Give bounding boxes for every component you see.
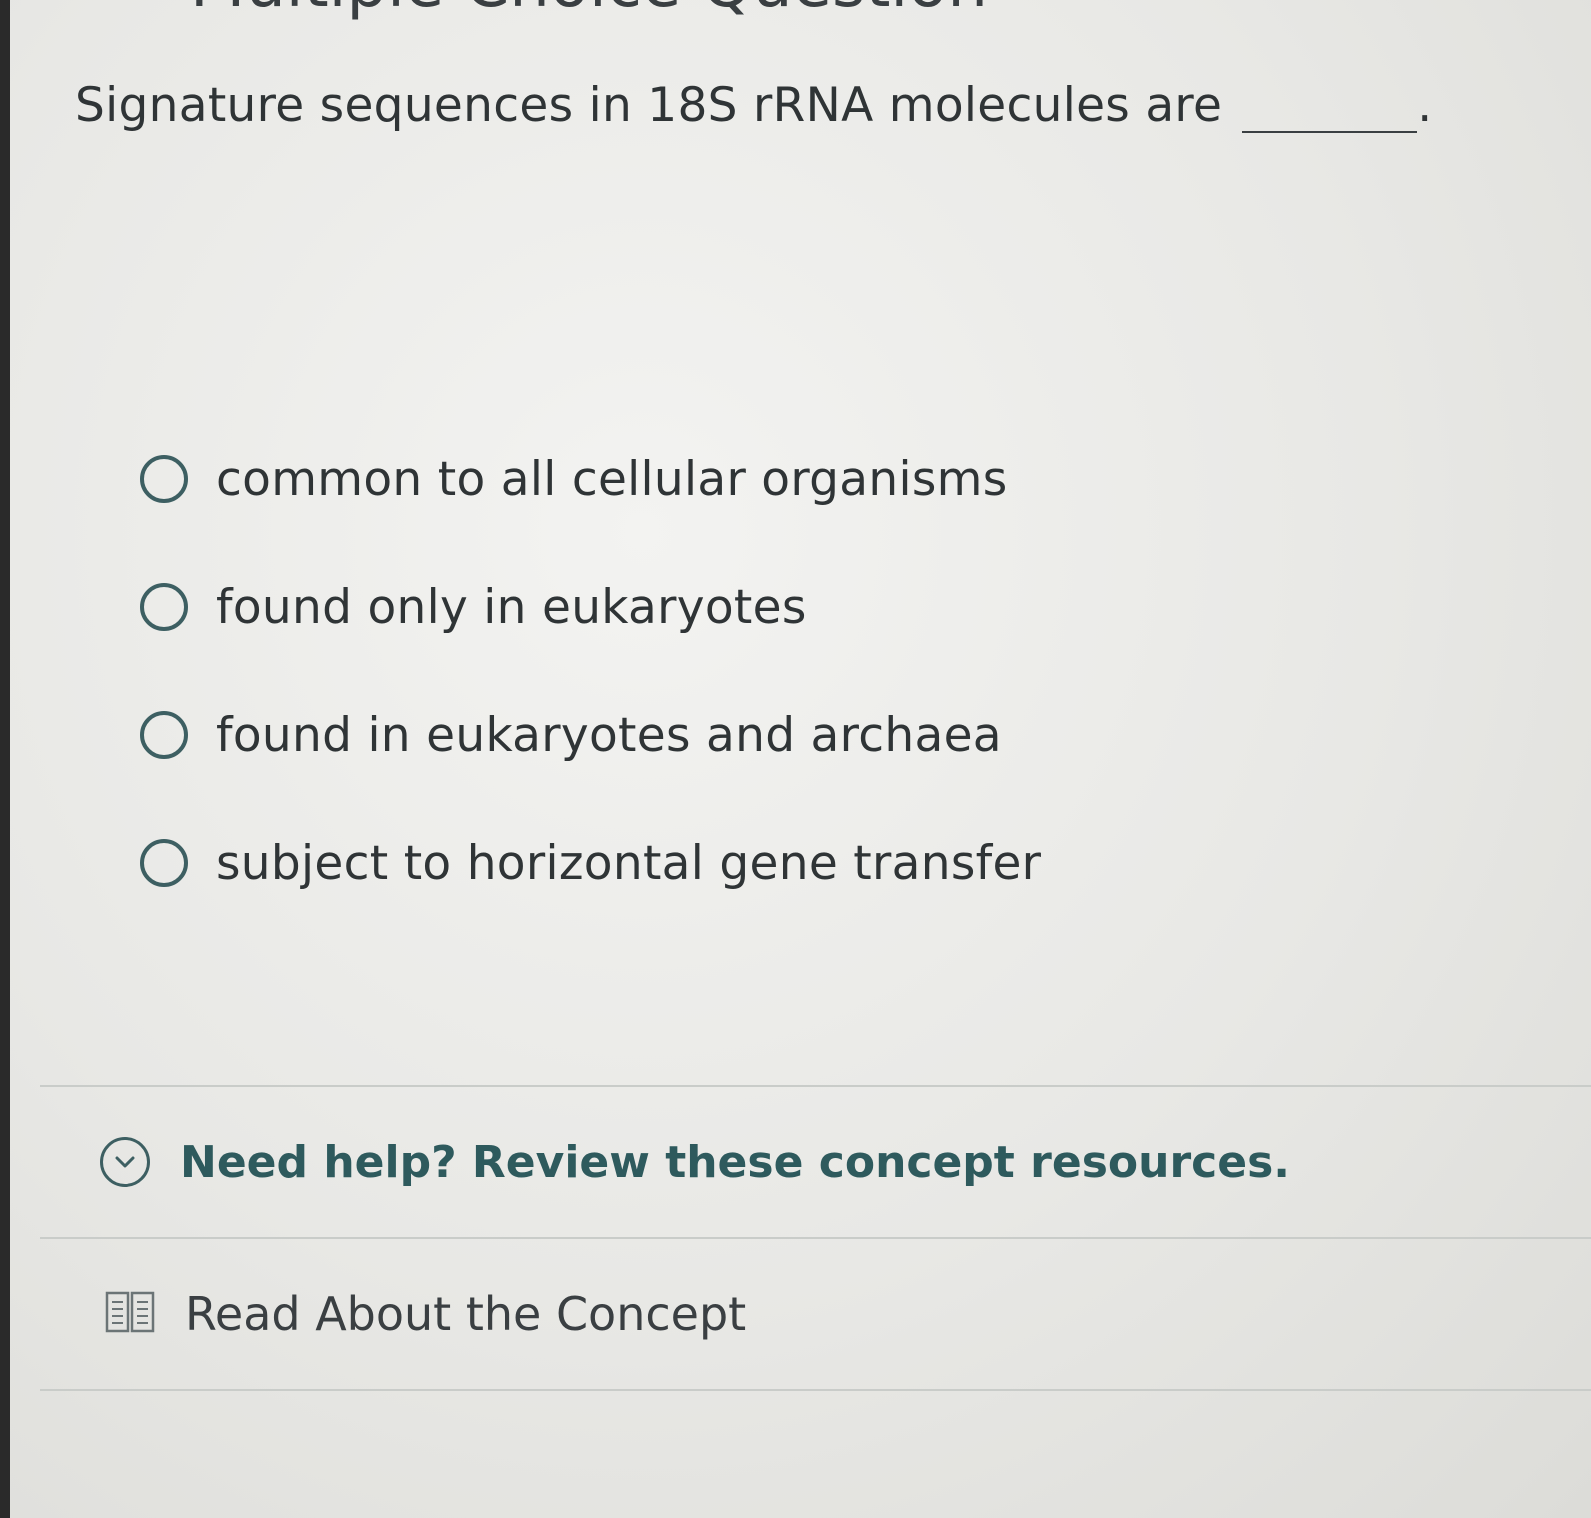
- book-icon: [105, 1290, 155, 1338]
- help-toggle-button[interactable]: Need help? Review these concept resource…: [40, 1087, 1591, 1239]
- radio-button[interactable]: [140, 455, 188, 503]
- question-text: Signature sequences in 18S rRNA molecule…: [75, 78, 1223, 133]
- answer-blank: [1242, 131, 1418, 133]
- resource-label: Read About the Concept: [185, 1287, 747, 1341]
- radio-button[interactable]: [140, 711, 188, 759]
- radio-button[interactable]: [140, 839, 188, 887]
- question-screen: Multiple Choice Question Signature seque…: [10, 0, 1591, 1518]
- bezel-edge: [0, 0, 10, 1518]
- resource-read-about-concept[interactable]: Read About the Concept: [40, 1239, 1591, 1391]
- help-panel: Need help? Review these concept resource…: [40, 1085, 1591, 1391]
- option-label: common to all cellular organisms: [216, 451, 1008, 507]
- option-common-to-all[interactable]: common to all cellular organisms: [140, 415, 1041, 543]
- option-only-eukaryotes[interactable]: found only in eukaryotes: [140, 543, 1041, 671]
- option-horizontal-gene-transfer[interactable]: subject to horizontal gene transfer: [140, 799, 1041, 927]
- help-title: Need help? Review these concept resource…: [180, 1136, 1290, 1188]
- page-heading: Multiple Choice Question: [190, 0, 1090, 22]
- question-prompt: Signature sequences in 18S rRNA molecule…: [75, 78, 1433, 133]
- option-label: found only in eukaryotes: [216, 579, 807, 635]
- option-eukaryotes-and-archaea[interactable]: found in eukaryotes and archaea: [140, 671, 1041, 799]
- option-label: found in eukaryotes and archaea: [216, 707, 1002, 763]
- answer-options: common to all cellular organisms found o…: [140, 415, 1041, 927]
- question-suffix: .: [1417, 78, 1433, 133]
- radio-button[interactable]: [140, 583, 188, 631]
- option-label: subject to horizontal gene transfer: [216, 835, 1042, 891]
- chevron-down-icon[interactable]: [100, 1137, 150, 1187]
